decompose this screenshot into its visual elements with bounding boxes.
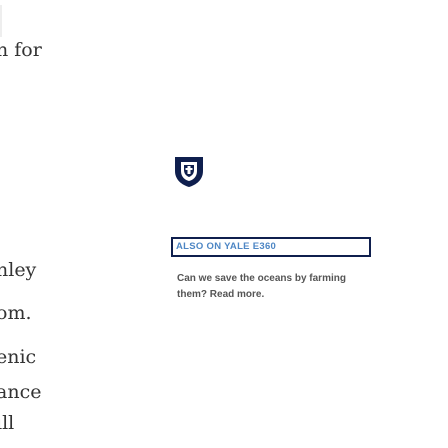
article-text-fragment: ill: [0, 412, 15, 434]
article-text-fragment: enic: [0, 346, 37, 368]
article-text-fragment: nley: [0, 259, 37, 281]
article-text-fragment: ance: [0, 381, 42, 403]
also-on-yale-e360-link[interactable]: ALSO ON YALE E360: [171, 237, 371, 257]
page: n for nley om. enic ance ill ALSO ON YAL…: [0, 0, 448, 448]
read-more-link[interactable]: Read more.: [210, 289, 264, 300]
teaser-text: Can we save the oceans by farming them? …: [177, 271, 377, 303]
yale-shield-icon[interactable]: [171, 153, 207, 189]
divider: [0, 5, 2, 37]
article-text-fragment: n for: [0, 39, 42, 61]
article-text-fragment: om.: [0, 302, 32, 324]
cropped-article-text: n for nley om. enic ance ill: [0, 0, 80, 448]
